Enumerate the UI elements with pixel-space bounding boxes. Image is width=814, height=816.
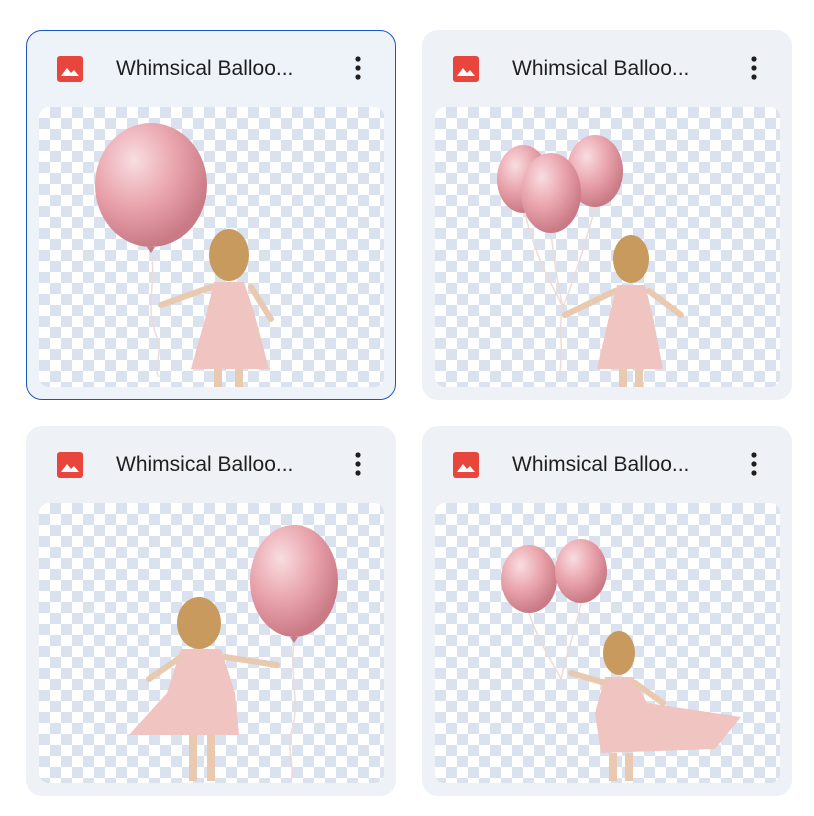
more-vert-icon[interactable]	[737, 447, 771, 481]
card-header: Whimsical Balloo...	[27, 427, 395, 503]
image-file-icon	[57, 56, 83, 82]
more-vert-icon[interactable]	[341, 51, 375, 85]
image-thumbnail[interactable]	[39, 503, 384, 783]
image-file-icon	[453, 452, 479, 478]
card-header: Whimsical Balloo...	[27, 31, 395, 107]
file-name: Whimsical Balloo...	[512, 453, 690, 476]
image-file-icon	[57, 452, 83, 478]
file-name: Whimsical Balloo...	[116, 453, 294, 476]
file-card[interactable]: Whimsical Balloo...	[26, 426, 396, 796]
card-header: Whimsical Balloo...	[423, 427, 791, 503]
image-thumbnail[interactable]	[435, 107, 780, 387]
image-file-icon	[453, 56, 479, 82]
file-card[interactable]: Whimsical Balloo...	[26, 30, 396, 400]
file-name: Whimsical Balloo...	[512, 57, 690, 80]
card-header: Whimsical Balloo...	[423, 31, 791, 107]
image-thumbnail[interactable]	[39, 107, 384, 387]
file-card[interactable]: Whimsical Balloo...	[422, 30, 792, 400]
file-card[interactable]: Whimsical Balloo...	[422, 426, 792, 796]
file-grid: Whimsical Balloo... Whimsical Balloo... …	[0, 0, 814, 816]
file-name: Whimsical Balloo...	[116, 57, 294, 80]
more-vert-icon[interactable]	[341, 447, 375, 481]
image-thumbnail[interactable]	[435, 503, 780, 783]
more-vert-icon[interactable]	[737, 51, 771, 85]
